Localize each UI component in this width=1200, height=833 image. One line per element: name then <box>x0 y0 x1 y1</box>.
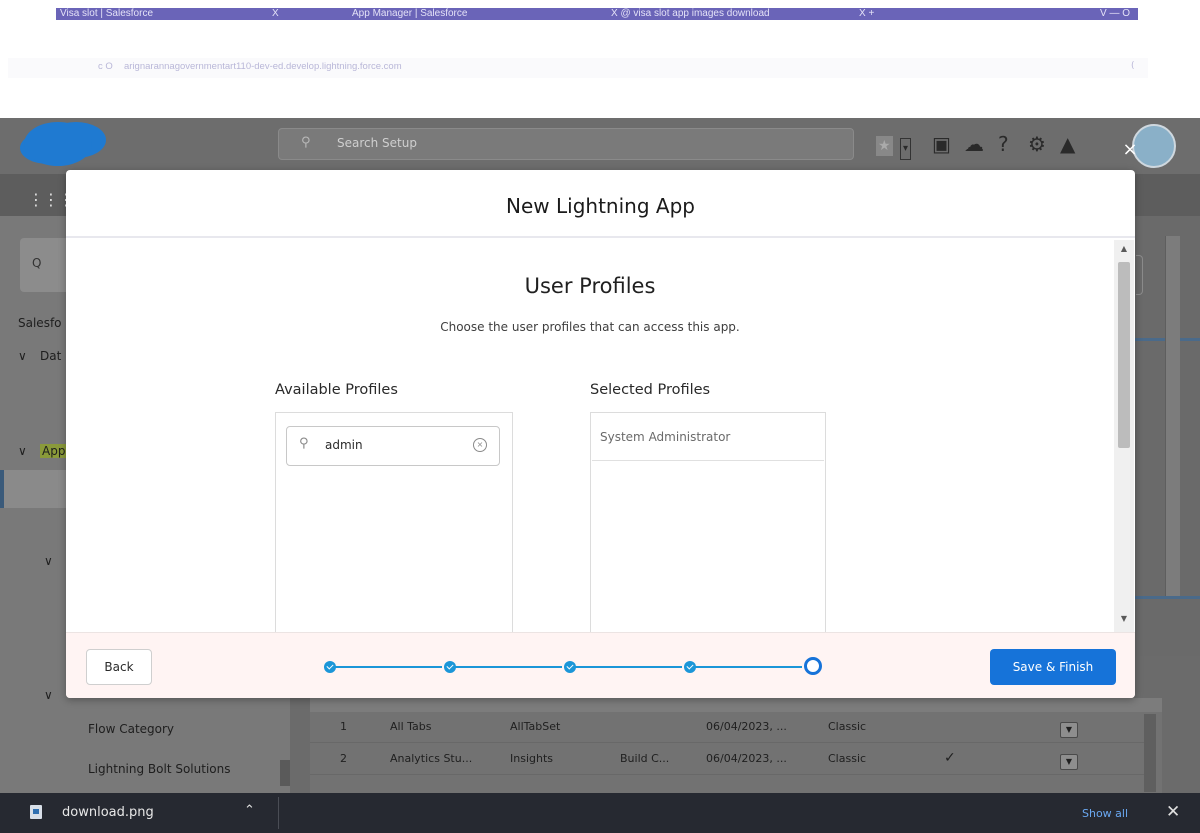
modal-scrollbar-thumb[interactable] <box>1118 262 1130 448</box>
tab-close-1[interactable]: X <box>272 8 279 20</box>
sidebar-item-data[interactable]: Dat <box>40 349 61 363</box>
save-finish-button[interactable]: Save & Finish <box>990 649 1116 685</box>
table-row[interactable]: 2 Analytics Stu... Insights Build C... 0… <box>310 744 1150 775</box>
table-header <box>310 698 1162 712</box>
sidebar-scrollbar[interactable] <box>280 760 290 786</box>
progress-step-complete-icon[interactable] <box>684 661 696 673</box>
close-icon[interactable]: ✕ <box>1166 802 1180 822</box>
trailhead-icon[interactable]: ☁ <box>964 134 984 154</box>
star-icon[interactable]: ★ <box>876 136 893 156</box>
filter-value[interactable]: admin <box>325 438 363 452</box>
description: Build C... <box>620 752 670 765</box>
dropdown-icon[interactable]: ▾ <box>900 138 912 160</box>
back-button[interactable]: Back <box>86 649 152 685</box>
row-actions-button[interactable]: ▼ <box>1060 722 1078 738</box>
address-bar[interactable]: c O arignarannagovernmentart110-dev-ed.d… <box>8 58 1148 78</box>
new-tab-button[interactable]: X + <box>859 8 874 20</box>
setup-search[interactable]: ⚲ Search Setup <box>278 128 854 160</box>
gear-icon[interactable]: ⚙ <box>1028 134 1046 154</box>
tab-visa-slot[interactable]: Visa slot | Salesforce <box>60 8 153 20</box>
tab-google-search[interactable]: X @ visa slot app images download <box>611 8 770 20</box>
file-icon <box>30 805 42 819</box>
section-subtitle: Choose the user profiles that can access… <box>440 320 740 334</box>
sidebar-item-lightning-bolt[interactable]: Lightning Bolt Solutions <box>88 762 231 776</box>
modal-title: New Lightning App <box>506 194 695 218</box>
bell-icon[interactable]: ▲ <box>1060 134 1075 154</box>
chevron-up-icon[interactable]: ⌃ <box>244 803 255 818</box>
address-right-icon[interactable]: ( <box>1131 61 1135 71</box>
sidebar-item-flow-category[interactable]: Flow Category <box>88 722 174 736</box>
section-title: User Profiles <box>524 274 656 298</box>
progress-connector <box>454 666 562 668</box>
profile-filter-input[interactable]: ⚲ admin × <box>286 426 500 466</box>
progress-step-complete-icon[interactable] <box>564 661 576 673</box>
sidebar-item-apps[interactable]: App <box>40 444 68 458</box>
row-number: 2 <box>340 752 347 765</box>
search-icon: ⚲ <box>299 436 309 451</box>
window-controls[interactable]: V — O <box>1100 8 1130 20</box>
salesforce-logo-icon[interactable] <box>24 122 92 166</box>
download-bar: download.png ⌃ Show all ✕ <box>0 793 1200 833</box>
plus-icon[interactable]: ▣ <box>932 134 951 154</box>
last-modified: 06/04/2023, ... <box>706 720 787 733</box>
app-name[interactable]: Analytics Stu... <box>390 752 472 765</box>
chevron-down-icon[interactable]: ∨ <box>44 688 53 702</box>
row-number: 1 <box>340 720 347 733</box>
app-name[interactable]: All Tabs <box>390 720 432 733</box>
download-file-name[interactable]: download.png <box>62 805 154 820</box>
progress-connector <box>574 666 682 668</box>
row-actions-button[interactable]: ▼ <box>1060 754 1078 770</box>
right-panel-scrollbar[interactable] <box>1165 236 1180 596</box>
help-icon[interactable]: ? <box>998 134 1009 154</box>
right-panel-divider-2 <box>1135 596 1200 599</box>
sidebar-item-salesforce[interactable]: Salesfo <box>18 316 62 330</box>
tab-strip: Visa slot | Salesforce X App Manager | S… <box>56 8 1138 20</box>
available-profiles-label: Available Profiles <box>275 382 398 398</box>
clear-icon[interactable]: × <box>473 438 487 452</box>
url-text[interactable]: arignarannagovernmentart110-dev-ed.devel… <box>124 61 402 72</box>
modal-footer: Back Save & Finish <box>66 632 1135 698</box>
selected-profile-name: System Administrator <box>600 430 731 444</box>
tab-app-manager[interactable]: App Manager | Salesforce <box>352 8 467 20</box>
show-all-button[interactable]: Show all <box>1082 807 1128 820</box>
scroll-up-icon[interactable]: ▲ <box>1118 244 1130 253</box>
progress-connector <box>694 666 802 668</box>
search-icon: ⚲ <box>301 135 311 150</box>
sidebar-item-selected[interactable] <box>0 470 70 508</box>
developer-name: AllTabSet <box>510 720 561 733</box>
progress-step-complete-icon[interactable] <box>444 661 456 673</box>
table-row[interactable]: 1 All Tabs AllTabSet 06/04/2023, ... Cla… <box>310 712 1150 743</box>
app-type: Classic <box>828 752 867 765</box>
developer-name: Insights <box>510 752 554 765</box>
chevron-down-icon[interactable]: ∨ <box>44 554 53 568</box>
right-panel-input[interactable] <box>1136 255 1143 295</box>
chevron-down-icon[interactable]: ∨ <box>18 349 27 363</box>
download-divider <box>278 797 279 829</box>
last-modified: 06/04/2023, ... <box>706 752 787 765</box>
progress-connector <box>334 666 442 668</box>
progress-step-complete-icon[interactable] <box>324 661 336 673</box>
browser-tab-bar: Visa slot | Salesforce X App Manager | S… <box>0 0 1200 42</box>
new-lightning-app-modal: New Lightning App User Profiles Choose t… <box>66 170 1135 698</box>
modal-close-icon[interactable]: × <box>1120 140 1140 160</box>
app-type: Classic <box>828 720 867 733</box>
table-scrollbar[interactable] <box>1144 714 1156 792</box>
quick-find-search-icon: Q <box>32 256 42 270</box>
progress-step-current[interactable] <box>804 657 822 675</box>
chevron-down-icon[interactable]: ∨ <box>18 444 27 458</box>
scroll-down-icon[interactable]: ▼ <box>1118 614 1130 623</box>
address-area: c O arignarannagovernmentart110-dev-ed.d… <box>0 58 1200 78</box>
visible-check-icon: ✓ <box>944 750 956 766</box>
setup-search-placeholder: Search Setup <box>337 136 417 150</box>
list-item[interactable]: System Administrator <box>592 414 824 461</box>
selected-profiles-label: Selected Profiles <box>590 382 711 398</box>
modal-header: New Lightning App <box>66 170 1135 238</box>
nav-buttons[interactable]: c O <box>98 61 113 72</box>
